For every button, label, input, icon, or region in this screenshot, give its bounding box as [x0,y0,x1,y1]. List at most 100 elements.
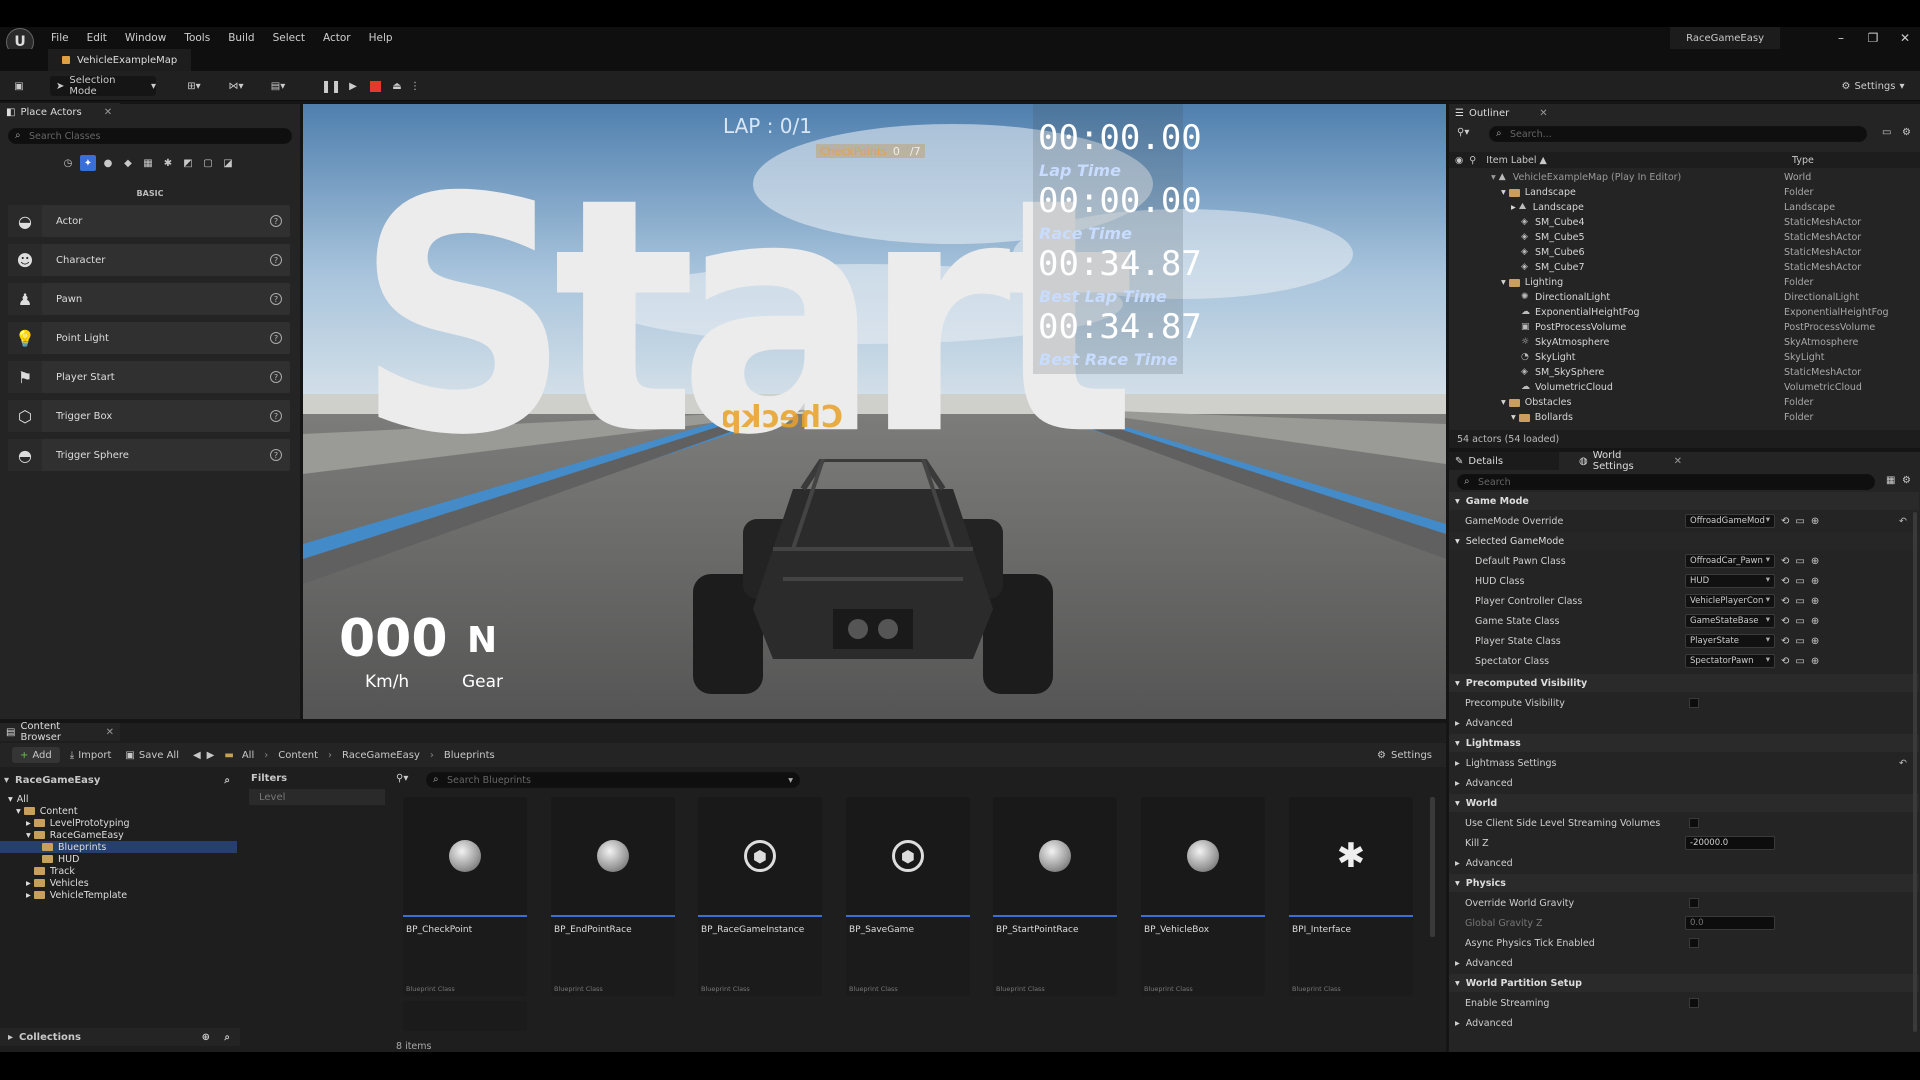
lights-category-icon[interactable]: ● [100,155,116,171]
skip-frame-icon[interactable]: ▶ [344,76,362,96]
level-viewport[interactable]: Start Checkpoint LAP : 0/1 CheckPoints 0… [303,104,1446,719]
menu-tools[interactable]: Tools [175,32,219,44]
menu-build[interactable]: Build [219,32,263,44]
actor-item-trigger-sphere[interactable]: ◓ Trigger Sphere? [8,439,290,471]
blueprint-icon[interactable]: ⋈▾ [222,76,250,96]
volumes-category-icon[interactable]: ▢ [200,155,216,171]
folder-tree-row[interactable]: ▸ Vehicles [0,877,237,889]
actor-item-trigger-box[interactable]: ⬡ Trigger Box? [8,400,290,432]
settings-gear-icon[interactable]: ⚙ [1902,127,1911,138]
expand-arrow-icon[interactable]: ▾ [1501,397,1506,408]
prop-advanced[interactable]: ▸ Advanced [1449,713,1919,733]
close-tab-icon[interactable]: ✕ [106,727,114,738]
selection-mode-dropdown[interactable]: ➤ Selection Mode ▾ [50,75,156,97]
help-icon[interactable]: ? [270,254,282,266]
help-icon[interactable]: ? [270,332,282,344]
menu-help[interactable]: Help [360,32,402,44]
override-gravity-checkbox[interactable] [1689,898,1699,908]
forward-icon[interactable]: ▶ [207,750,215,761]
tree-row[interactable]: ▾ Lighting Folder [1449,275,1909,290]
expand-arrow-icon[interactable]: ▾ [4,775,9,786]
tree-row[interactable]: ▸ ⛰ Landscape Landscape [1449,200,1909,215]
new-folder-icon[interactable]: ▭ [1882,127,1891,138]
tree-row[interactable]: ✺ DirectionalLight DirectionalLight [1449,290,1909,305]
more-options-icon[interactable]: ⋮ [410,76,420,96]
add-collection-icon[interactable]: ⊕ [202,1032,210,1043]
asset-tile[interactable]: BP_VehicleBox Blueprint Class [1141,797,1265,996]
item-label-header[interactable]: Item Label [1486,155,1536,166]
tree-row[interactable]: ◈ SM_Cube5 StaticMeshActor [1449,230,1909,245]
class-select[interactable]: PlayerState ▾ [1685,634,1775,648]
all-classes-category-icon[interactable]: ◪ [220,155,236,171]
tree-row[interactable]: ◈ SM_SkySphere StaticMeshActor [1449,365,1909,380]
restore-icon[interactable]: ❐ [1858,27,1888,49]
save-icon[interactable]: ▣ [10,76,28,96]
folder-tree-row[interactable]: ▾ RaceGameEasy [0,829,237,841]
menu-select[interactable]: Select [264,32,314,44]
menu-edit[interactable]: Edit [78,32,116,44]
async-physics-checkbox[interactable] [1689,938,1699,948]
help-icon[interactable]: ? [270,449,282,461]
folder-tree-row[interactable]: ▸ LevelPrototyping [0,817,237,829]
save-all-button[interactable]: ▣ Save All [125,750,179,761]
folder-tree-row-selected[interactable]: Blueprints [0,841,237,853]
breadcrumb-racegameeasy[interactable]: RaceGameEasy [342,750,420,761]
class-select[interactable]: SpectatorPawn ▾ [1685,654,1775,668]
add-button[interactable]: + Add [12,747,60,763]
close-tab-icon[interactable]: ✕ [1674,456,1682,467]
breadcrumb-all[interactable]: All [242,750,254,761]
filter-icon[interactable]: ⚲▾ [396,773,408,784]
filter-icon[interactable]: ⚲▾ [1457,127,1469,138]
type-header[interactable]: Type [1792,155,1814,166]
kill-z-input[interactable]: -20000.0 [1685,836,1775,850]
asset-action-icons[interactable]: ⟲▭⊕ [1781,556,1825,567]
minimize-icon[interactable]: – [1826,27,1856,49]
section-lightmass[interactable]: ▾ Lightmass [1449,734,1919,752]
prop-advanced[interactable]: ▸ Advanced [1449,773,1919,793]
precompute-visibility-checkbox[interactable] [1689,698,1699,708]
search-blueprints-input[interactable]: ⌕ Search Blueprints ▾ [426,772,800,788]
asset-action-icons[interactable]: ⟲▭⊕ [1781,516,1825,527]
cinematics-icon[interactable]: ▤▾ [264,76,292,96]
folder-tree-row[interactable]: ▸ VehicleTemplate [0,889,237,901]
folder-tree-row[interactable]: HUD [0,853,237,865]
tree-row[interactable]: ◈ SM_Cube7 StaticMeshActor [1449,260,1909,275]
pause-icon[interactable]: ❚❚ [321,76,341,96]
tab-place-actors[interactable]: ◧ Place Actors ✕ [0,103,120,121]
close-tab-icon[interactable]: ✕ [104,107,112,118]
actor-item-pawn[interactable]: ♟ Pawn? [8,283,290,315]
menu-actor[interactable]: Actor [314,32,360,44]
geometry-category-icon[interactable]: ◩ [180,155,196,171]
expand-arrow-icon[interactable]: ▸ [1511,202,1516,213]
folder-tree-row[interactable]: ▾ Content [0,805,237,817]
reset-icon[interactable]: ↶ [1899,758,1907,769]
shapes-category-icon[interactable]: ◆ [120,155,136,171]
outliner-search-input[interactable]: ⌕ Search... [1489,126,1867,142]
tree-row[interactable]: ◔ SkyLight SkyLight [1449,350,1909,365]
stop-icon[interactable] [366,76,384,96]
client-streaming-checkbox[interactable] [1689,818,1699,828]
settings-button[interactable]: ⚙ Settings ▾ [1838,76,1908,96]
class-select[interactable]: HUD ▾ [1685,574,1775,588]
import-button[interactable]: ⤓ Import [70,750,112,761]
tree-row[interactable]: ▾ Landscape Folder [1449,185,1909,200]
folder-tree-row[interactable]: ▾ All [0,793,237,805]
actor-item-point-light[interactable]: 💡 Point Light? [8,322,290,354]
filter-item-level[interactable]: Level [249,789,385,805]
asset-tile[interactable]: BP_EndPointRace Blueprint Class [551,797,675,996]
visual-effects-category-icon[interactable]: ✱ [160,155,176,171]
tab-content-browser[interactable]: ▤ Content Browser ✕ [0,721,120,743]
asset-tile[interactable]: ⬢ BP_RaceGameInstance Blueprint Class [698,797,822,996]
tab-details[interactable]: ✎ Details [1449,452,1559,470]
tree-row[interactable]: ☼ SkyAtmosphere SkyAtmosphere [1449,335,1909,350]
actor-item-actor[interactable]: ◒ Actor? [8,205,290,237]
search-classes-input[interactable]: ⌕ Search Classes [8,128,292,144]
expand-arrow-icon[interactable]: ▾ [1511,412,1516,423]
asset-action-icons[interactable]: ⟲▭⊕ [1781,576,1825,587]
details-scrollbar[interactable] [1913,512,1917,1032]
tree-row[interactable]: ◈ SM_Cube4 StaticMeshActor [1449,215,1909,230]
asset-action-icons[interactable]: ⟲▭⊕ [1781,656,1825,667]
tree-row[interactable]: ◈ SM_Cube6 StaticMeshActor [1449,245,1909,260]
prop-advanced[interactable]: ▸ Advanced [1449,853,1919,873]
enable-streaming-checkbox[interactable] [1689,998,1699,1008]
